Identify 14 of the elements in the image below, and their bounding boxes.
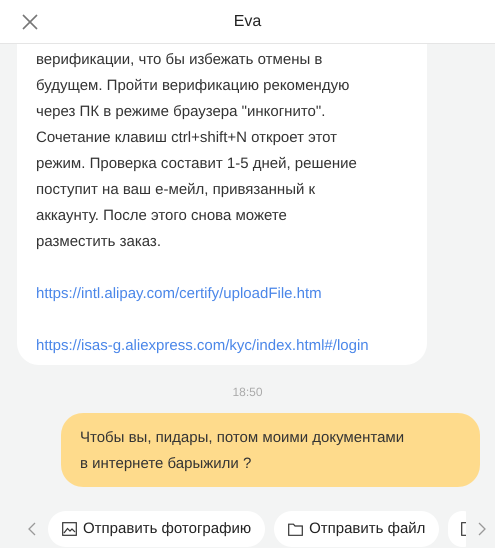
chevron-left-icon[interactable] [28, 522, 36, 536]
close-icon[interactable] [22, 14, 38, 30]
document-icon [461, 522, 466, 536]
message-link[interactable]: https://isas-g.aliexpress.com/kyc/index.html#/login [36, 337, 369, 354]
chevron-right-icon[interactable] [478, 522, 486, 536]
image-icon [62, 522, 77, 536]
message-bubble: Чтобы вы, пидары, потом моими документами в интернете барыжили ? [61, 413, 480, 487]
chat-title: Eva [234, 12, 262, 32]
action-button[interactable]: Отправить фотографию [48, 511, 266, 547]
timestamp: 18:50 [232, 384, 263, 401]
message-text: верификации, что бы избежать отмены в будущем. Пройти верификацию рекомендую через ПК в режиме браузера "инкогнито". Сочетание клавиш ctrl+shift+N откроет этот режим. Проверка составит 1-5 дней, решение поступит на ваш е-мейл, привязанный к аккаунту. После этого снова можете разместить заказ. [36, 50, 358, 252]
folder-icon [288, 522, 304, 536]
action-button[interactable]: Отправить файл [274, 511, 440, 547]
message-link[interactable]: https://intl.alipay.com/certify/uploadFile.htm [36, 285, 322, 302]
